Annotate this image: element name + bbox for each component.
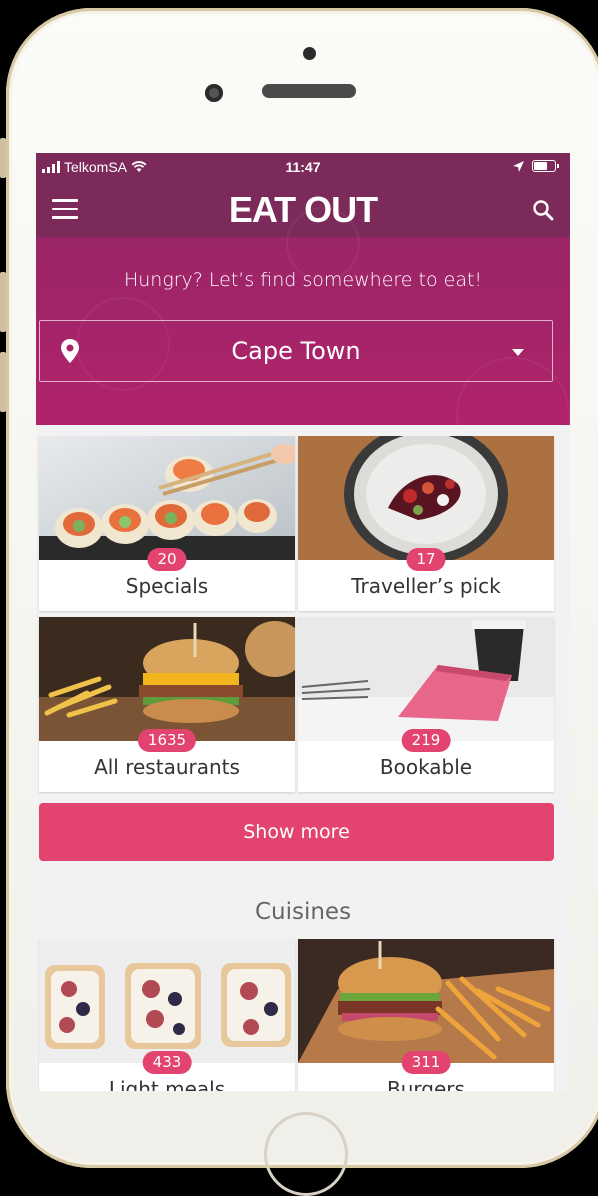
location-select[interactable]: Cape Town <box>39 320 553 382</box>
light-meals-photo <box>39 939 295 1063</box>
cuisine-label: Burgers <box>387 1077 465 1091</box>
volume-up-button <box>0 272 6 332</box>
category-label: Bookable <box>379 755 473 779</box>
count-badge: 17 <box>406 548 446 571</box>
burgers-photo <box>298 939 554 1063</box>
clock: 11:47 <box>285 159 321 175</box>
hero-title: Hungry? Let’s find somewhere to eat! <box>123 269 483 291</box>
chevron-down-icon <box>512 349 524 356</box>
category-label: All restaurants <box>94 755 240 779</box>
proximity-sensor <box>303 47 316 60</box>
burger-fries-photo <box>39 617 295 741</box>
reserved-table-photo <box>298 617 554 741</box>
hero-banner: Hungry? Let’s find somewhere to eat! Cap… <box>36 207 570 471</box>
category-card-bookable[interactable]: 219 Bookable <box>298 617 554 792</box>
count-badge: 311 <box>401 1051 451 1074</box>
category-card-all-restaurants[interactable]: 1635 All restaurants <box>39 617 295 792</box>
count-badge: 433 <box>142 1051 192 1074</box>
cuisine-card-burgers[interactable]: 311 Burgers <box>298 939 554 1091</box>
home-button[interactable] <box>264 1112 348 1196</box>
app-screen: TelkomSA 11:47 EAT OUT Hungry? Let’s fin… <box>36 153 570 1091</box>
earpiece-speaker <box>262 84 356 98</box>
cuisine-label: Light meals <box>108 1077 226 1091</box>
count-badge: 219 <box>401 729 451 752</box>
status-bar: TelkomSA 11:47 <box>36 153 570 183</box>
search-icon[interactable] <box>532 199 554 221</box>
count-badge: 1635 <box>137 729 197 752</box>
plated-dish-photo <box>298 436 554 560</box>
location-arrow-icon <box>513 160 524 172</box>
category-card-travellers-pick[interactable]: 17 Traveller’s pick <box>298 436 554 611</box>
front-camera <box>205 84 223 102</box>
category-card-specials[interactable]: 20 Specials <box>39 436 295 611</box>
mute-switch <box>0 138 6 178</box>
sushi-photo <box>39 436 295 560</box>
location-value: Cape Town <box>231 337 361 365</box>
category-label: Specials <box>125 574 209 598</box>
count-badge: 20 <box>147 548 187 571</box>
category-label: Traveller’s pick <box>351 574 501 598</box>
cuisines-heading: Cuisines <box>254 899 352 925</box>
battery-icon <box>532 160 559 172</box>
show-more-button[interactable]: Show more <box>39 803 554 861</box>
cuisine-card-light-meals[interactable]: 433 Light meals <box>39 939 295 1091</box>
volume-down-button <box>0 352 6 412</box>
